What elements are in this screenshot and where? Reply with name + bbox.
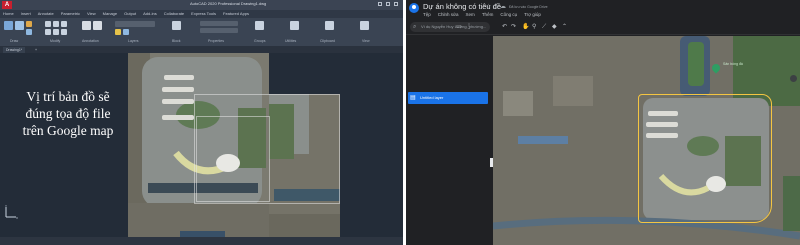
my-maps-logo-icon[interactable]: [409, 3, 419, 13]
layer-item[interactable]: ▤ Untitled layer: [408, 92, 488, 104]
mirror-tool-icon[interactable]: [53, 29, 59, 35]
google-my-maps-window: Dự án không có tiêu đề ☆ ▭ ☁ Đã lưu vào …: [406, 0, 800, 245]
linetype-dropdown[interactable]: [200, 28, 238, 33]
copy-tool-icon[interactable]: [45, 29, 51, 35]
window-controls: [378, 2, 400, 8]
measure-icon[interactable]: ⌃: [562, 23, 567, 31]
ribbon-tab-parametric[interactable]: Parametric: [61, 10, 80, 18]
layer-dropdown[interactable]: [115, 21, 155, 27]
annotation-text: Vị trí bản đồ sẽ đúng tọa độ file trên G…: [22, 89, 114, 138]
paste-icon[interactable]: [325, 21, 334, 30]
insert-block-icon[interactable]: [172, 21, 181, 30]
polyline-tool-icon[interactable]: [15, 21, 24, 30]
cad-titlebar: A AutoCAD 2020 Professional Drawing1.dwg: [0, 0, 403, 10]
rotate-tool-icon[interactable]: [53, 21, 59, 27]
cad-status-bar: [0, 237, 403, 245]
layer-icon: ▤: [410, 95, 416, 101]
menu-edit[interactable]: Chỉnh sửa: [438, 12, 459, 17]
ribbon-tab-annotate[interactable]: Annotate: [38, 10, 54, 18]
measure-icon[interactable]: [290, 21, 299, 30]
ribbon-group-view: View: [362, 39, 370, 43]
redo-icon[interactable]: ↷: [511, 23, 516, 31]
ribbon-tab-featured-apps[interactable]: Featured Apps: [223, 10, 249, 18]
directions-icon[interactable]: ◆: [552, 23, 557, 31]
group-icon[interactable]: [255, 21, 264, 30]
map-control-button[interactable]: [790, 75, 797, 82]
base-view-icon[interactable]: [360, 21, 369, 30]
cad-window-title: AutoCAD 2020 Professional Drawing1.dwg: [190, 1, 267, 6]
ribbon-tab-view[interactable]: View: [87, 10, 96, 18]
svg-text:Y: Y: [5, 205, 7, 208]
gm-menu-bar: Tệp Chỉnh sửa Xem Thêm Công cụ Trợ giúp: [423, 12, 541, 17]
cloud-saved-icon: ☁: [500, 4, 506, 10]
layer-properties-icon[interactable]: [123, 29, 129, 35]
ribbon-group-groups: Groups: [254, 39, 266, 43]
circle-tool-icon[interactable]: [26, 21, 32, 27]
layer-state-icon[interactable]: [115, 29, 121, 35]
line-tool-icon[interactable]: [4, 21, 13, 30]
maximize-icon[interactable]: [386, 2, 390, 6]
ribbon-group-draw: Draw: [10, 39, 19, 43]
ribbon-tab-collaborate[interactable]: Collaborate: [164, 10, 184, 18]
menu-insert[interactable]: Thêm: [482, 12, 494, 17]
poi-label[interactable]: Sân bóng đá: [723, 62, 743, 66]
more-vert-icon[interactable]: ⋮: [466, 23, 472, 31]
dimension-tool-icon[interactable]: [93, 21, 102, 30]
app-logo-icon[interactable]: A: [2, 1, 12, 9]
search-icon: ⌕: [413, 24, 417, 30]
menu-help[interactable]: Trợ giúp: [524, 12, 541, 17]
ribbon-group-annotation: Annotation: [82, 39, 99, 43]
move-tool-icon[interactable]: [45, 21, 51, 27]
draw-line-icon[interactable]: ⟋: [542, 23, 546, 31]
layer-name: Untitled layer: [420, 95, 444, 100]
close-icon[interactable]: [394, 2, 398, 6]
saved-status: Đã lưu vào Google Drive: [509, 5, 548, 9]
add-folder-icon[interactable]: ▭: [456, 23, 462, 31]
cad-ribbon-tabs: Home Insert Annotate Parametric View Man…: [0, 10, 403, 18]
raster-frame-outline: [196, 116, 270, 202]
ribbon-tab-manage[interactable]: Manage: [103, 10, 117, 18]
ribbon-group-modify: Modify: [50, 39, 61, 43]
menu-tools[interactable]: Công cụ: [500, 12, 517, 17]
menu-view[interactable]: Xem: [466, 12, 475, 17]
search-input[interactable]: Ví dụ Nguyễn Huy Lượng, phường...: [421, 22, 487, 32]
add-marker-icon[interactable]: ⚲: [532, 23, 536, 31]
ribbon-group-clipboard: Clipboard: [320, 39, 335, 43]
cad-window: A AutoCAD 2020 Professional Drawing1.dwg…: [0, 0, 403, 245]
search-box[interactable]: ⌕ Ví dụ Nguyễn Huy Lượng, phường...: [410, 22, 490, 32]
folder-icon[interactable]: ▭: [493, 3, 499, 10]
ribbon-tab-insert[interactable]: Insert: [21, 10, 31, 18]
text-tool-icon[interactable]: [82, 21, 91, 30]
svg-text:X: X: [16, 216, 18, 219]
layers-panel: ▤ Untitled layer: [406, 36, 490, 245]
site-boundary-polygon[interactable]: [638, 94, 772, 223]
trim-tool-icon[interactable]: [61, 21, 67, 27]
ribbon-tab-express-tools[interactable]: Express Tools: [191, 10, 216, 18]
satellite-map[interactable]: Sân bóng đá: [493, 36, 800, 245]
menu-file[interactable]: Tệp: [423, 12, 431, 17]
ribbon-tab-addins[interactable]: Add-ins: [143, 10, 157, 18]
ribbon-group-utilities: Utilities: [285, 39, 297, 43]
star-icon[interactable]: ☆: [486, 3, 491, 10]
cad-file-tabs: Drawing1* +: [0, 46, 403, 53]
fillet-tool-icon[interactable]: [61, 29, 67, 35]
minimize-icon[interactable]: [378, 2, 382, 6]
ribbon-tab-output[interactable]: Output: [124, 10, 136, 18]
undo-icon[interactable]: ↶: [502, 23, 507, 31]
cad-ribbon-panel: Draw Modify Annotation Layers Block Prop…: [0, 18, 403, 46]
ribbon-group-block: Block: [172, 39, 181, 43]
ribbon-tab-home[interactable]: Home: [3, 10, 14, 18]
ribbon-group-properties: Properties: [208, 39, 224, 43]
arc-tool-icon[interactable]: [26, 29, 32, 35]
ucs-axis-icon: Y X: [5, 205, 18, 219]
ribbon-group-layers: Layers: [128, 39, 139, 43]
color-dropdown[interactable]: [200, 21, 238, 26]
hand-pan-icon[interactable]: ✋: [522, 23, 529, 31]
